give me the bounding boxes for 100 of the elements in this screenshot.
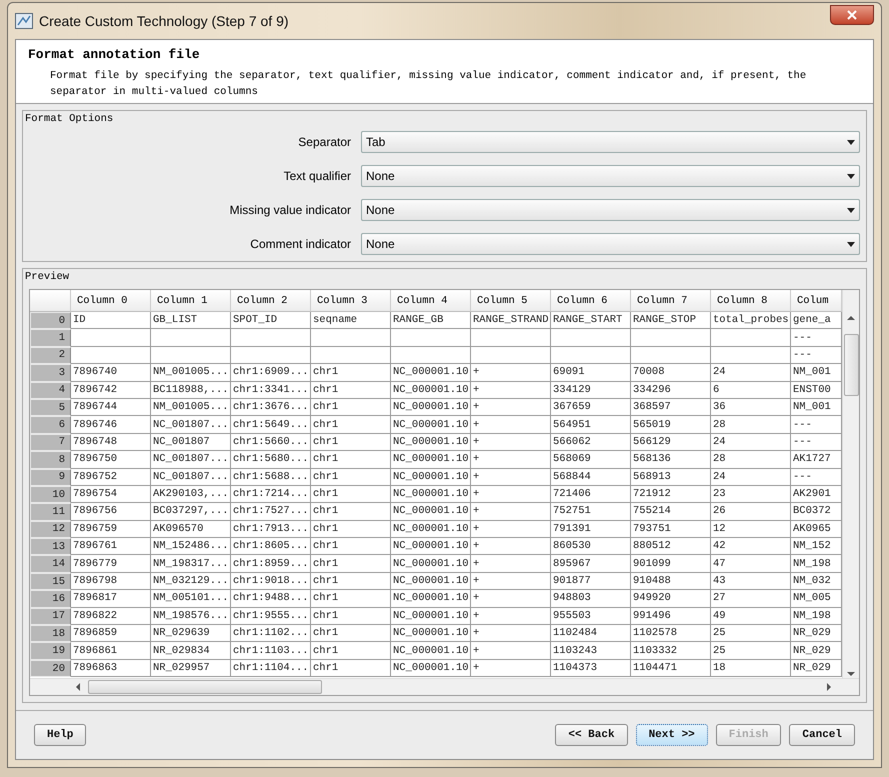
app-icon — [15, 13, 33, 29]
help-button[interactable]: Help — [34, 724, 86, 746]
table-cell: chr1 — [311, 416, 391, 434]
wizard-button[interactable]: << Back — [555, 724, 628, 746]
column-header[interactable]: Colum — [791, 290, 842, 312]
wizard-button[interactable]: Next >> — [636, 724, 708, 746]
table-cell: + — [471, 572, 551, 590]
step-description: Format file by specifying the separator, text qualifier, missing value indicator, comment indicator and, if present, the separator in multi-valued columns — [49, 69, 808, 100]
column-header[interactable]: Column 3 — [311, 290, 391, 312]
table-cell: 7896740 — [71, 364, 151, 382]
table-cell: NC_000001.10 — [391, 382, 471, 399]
column-header[interactable]: Column 4 — [391, 290, 471, 312]
table-cell: 568913 — [631, 468, 711, 486]
close-icon[interactable] — [847, 10, 857, 20]
column-header[interactable]: Column 6 — [551, 290, 631, 312]
table-cell: SPOT_ID — [231, 312, 311, 330]
dropdown-arrow-icon[interactable] — [847, 140, 855, 144]
table-cell: chr1 — [311, 660, 391, 678]
table-cell: + — [471, 416, 551, 434]
table-cell: 28 — [711, 451, 791, 469]
table-cell: NC_001807... — [151, 468, 231, 486]
table-cell: 24 — [711, 468, 791, 486]
table-cell: chr1:8605... — [231, 538, 311, 556]
table-cell: chr1 — [311, 572, 391, 590]
table-cell: 721912 — [631, 486, 711, 504]
table-cell: NC_000001.10 — [391, 538, 471, 556]
table-cell: NM_001005... — [151, 364, 231, 382]
row-number: 3 — [30, 364, 71, 382]
table-cell: 721406 — [551, 486, 631, 504]
table-cell: chr1 — [311, 608, 391, 626]
table-cell: + — [471, 382, 551, 399]
table-cell: 334129 — [551, 382, 631, 399]
scroll-left-icon[interactable] — [74, 683, 82, 691]
row-number: 4 — [30, 382, 71, 399]
table-cell: chr1 — [311, 590, 391, 608]
table-cell: 43 — [711, 572, 791, 590]
dropdown[interactable]: None — [361, 233, 860, 255]
group-title: Preview — [25, 271, 70, 283]
dropdown-arrow-icon[interactable] — [847, 174, 855, 178]
table-cell: chr1:9555... — [231, 608, 311, 626]
table-cell: 7896746 — [71, 416, 151, 434]
column-header[interactable]: Column 5 — [471, 290, 551, 312]
table-cell: total_probes — [711, 312, 791, 330]
table-cell: 27 — [711, 590, 791, 608]
table-cell: 25 — [711, 642, 791, 660]
table-cell: 1103332 — [631, 642, 711, 660]
table-cell: NC_000001.10 — [391, 608, 471, 626]
table-cell: RANGE_GB — [391, 312, 471, 330]
table-cell: chr1 — [311, 555, 391, 573]
table-cell: 368597 — [631, 398, 711, 416]
column-header[interactable]: Column 1 — [151, 290, 231, 312]
table-cell: chr1:5680... — [231, 451, 311, 469]
table-cell: 7896798 — [71, 572, 151, 590]
table-cell: RANGE_START — [551, 312, 631, 330]
table-cell: 1104373 — [551, 660, 631, 678]
table-cell: NR_029639 — [151, 625, 231, 642]
table-cell: 42 — [711, 538, 791, 556]
row-number: 16 — [30, 590, 71, 608]
table-cell: NC_001807... — [151, 451, 231, 469]
table-cell: GB_LIST — [151, 312, 231, 330]
row-number: 15 — [30, 572, 71, 590]
column-header[interactable]: Column 2 — [231, 290, 311, 312]
table-cell: chr1 — [311, 642, 391, 660]
table-cell: RANGE_STRAND — [471, 312, 551, 330]
close-button[interactable] — [830, 5, 874, 25]
dropdown[interactable]: Tab — [361, 131, 860, 153]
column-header[interactable]: Column 8 — [711, 290, 791, 312]
column-header[interactable]: Column 7 — [631, 290, 711, 312]
table-cell: + — [471, 398, 551, 416]
table-cell: NC_000001.10 — [391, 451, 471, 469]
table-cell: chr1:5660... — [231, 434, 311, 452]
dropdown[interactable]: None — [361, 199, 860, 221]
column-header[interactable]: Column 0 — [71, 290, 151, 312]
table-cell: + — [471, 468, 551, 486]
table-cell: 860530 — [551, 538, 631, 556]
dropdown[interactable]: None — [361, 165, 860, 187]
table-cell: 1102484 — [551, 625, 631, 642]
scrollbar-thumb[interactable] — [88, 680, 322, 694]
table-cell: + — [471, 608, 551, 626]
table-cell: chr1 — [311, 503, 391, 521]
table-cell: 948803 — [551, 590, 631, 608]
table-cell: + — [471, 520, 551, 538]
row-number: 10 — [30, 486, 71, 504]
scroll-right-icon[interactable] — [825, 683, 833, 691]
table-cell: + — [471, 555, 551, 573]
wizard-button[interactable]: Cancel — [789, 724, 855, 746]
table-cell: 752751 — [551, 503, 631, 521]
row-number: 1 — [30, 329, 71, 347]
table-cell: NC_000001.10 — [391, 555, 471, 573]
table-cell: chr1 — [311, 538, 391, 556]
dropdown-arrow-icon[interactable] — [847, 208, 855, 212]
table-cell: NC_000001.10 — [391, 572, 471, 590]
row-number: 9 — [30, 468, 71, 486]
table-cell: NC_001807... — [151, 416, 231, 434]
table-cell: 7896756 — [71, 503, 151, 521]
table-cell: 755214 — [631, 503, 711, 521]
dropdown-arrow-icon[interactable] — [847, 242, 855, 246]
scroll-up-icon[interactable] — [847, 314, 855, 322]
row-number: 12 — [30, 520, 71, 538]
scrollbar-thumb[interactable] — [844, 334, 858, 396]
